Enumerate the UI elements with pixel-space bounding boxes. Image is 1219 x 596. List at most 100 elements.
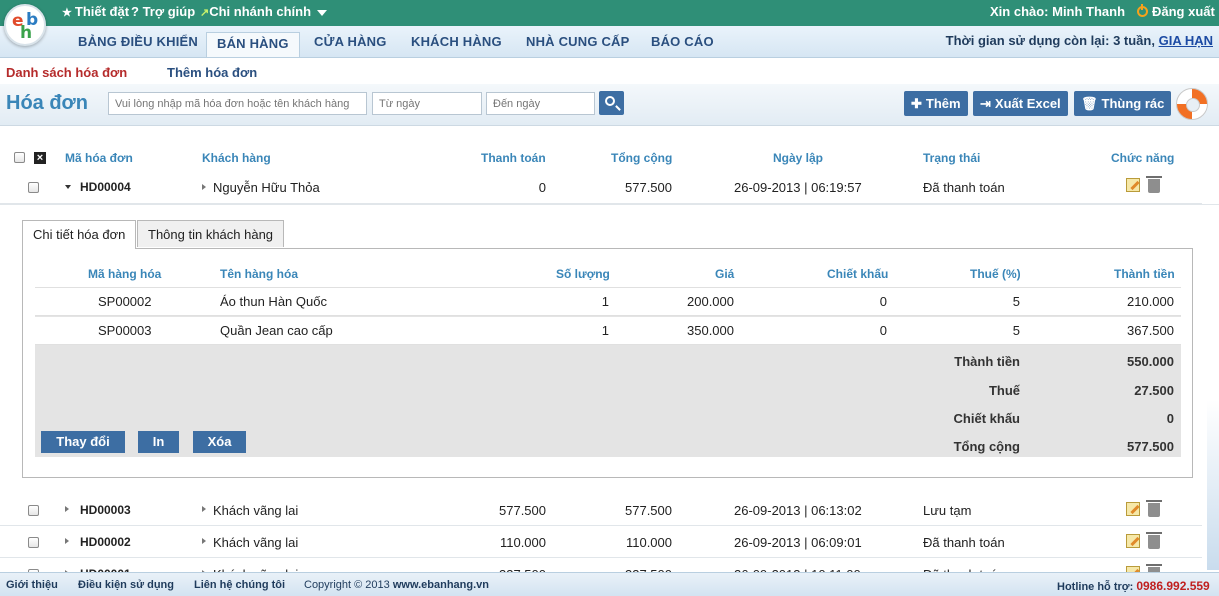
item-name: Quần Jean cao cấp (220, 323, 333, 338)
invoice-code[interactable]: HD00003 (80, 503, 131, 517)
print-button[interactable]: In (138, 431, 179, 453)
delete-icon[interactable] (1146, 176, 1162, 193)
nav-customers[interactable]: KHÁCH HÀNG (411, 34, 502, 49)
item-amount: 367.500 (1127, 323, 1174, 338)
logout-link[interactable]: Đăng xuất (1137, 4, 1215, 19)
delete-button[interactable]: Xóa (193, 431, 246, 453)
usage-info: Thời gian sử dụng còn lại: 3 tuần, GIA H… (946, 33, 1213, 48)
invoice-date: 26-09-2013 | 06:09:01 (734, 535, 862, 550)
question-icon: ? (131, 4, 139, 19)
help-label: Trợ giúp (142, 4, 196, 19)
contact-link[interactable]: Liên hệ chúng tôi (194, 579, 285, 591)
col-code[interactable]: Mã hóa đơn (65, 151, 133, 165)
export-icon: ⇥ (980, 96, 991, 111)
col-status[interactable]: Trạng thái (923, 151, 980, 165)
table-row[interactable]: HD00004 Nguyễn Hữu Thỏa 0 577.500 26-09-… (0, 171, 1202, 204)
about-link[interactable]: Giới thiệu (6, 579, 58, 591)
add-button[interactable]: ✚ Thêm (904, 91, 968, 116)
expand-arrow-icon[interactable] (65, 185, 71, 189)
customer-name[interactable]: Khách vãng lai (213, 535, 298, 550)
invoice-code[interactable]: HD00004 (80, 180, 131, 194)
detail-row: SP00002 Áo thun Hàn Quốc 1 200.000 0 5 2… (35, 288, 1181, 316)
lifebuoy-help-icon[interactable] (1176, 88, 1208, 120)
invoice-code[interactable]: HD00002 (80, 535, 131, 549)
grand-total-label: Tổng cộng (953, 439, 1020, 454)
footer: Giới thiệu Điều kiện sử dụng Liên hệ chú… (0, 572, 1219, 596)
nav-reports[interactable]: BÁO CÁO (651, 34, 714, 49)
hotline: Hotline hỗ trợ: 0986.992.559 (1057, 579, 1210, 593)
expand-arrow-icon[interactable] (202, 184, 206, 190)
to-date-input[interactable] (486, 92, 595, 115)
col-line-amount: Thành tiền (1114, 267, 1175, 281)
terms-link[interactable]: Điều kiện sử dụng (78, 579, 174, 591)
customer-name[interactable]: Khách vãng lai (213, 503, 298, 518)
delete-icon[interactable] (1146, 500, 1162, 517)
nav-sales[interactable]: BÁN HÀNG (206, 32, 300, 57)
row-checkbox[interactable] (28, 505, 39, 516)
search-input[interactable] (108, 92, 367, 115)
col-paid[interactable]: Thanh toán (481, 151, 546, 165)
trash-button[interactable]: 🗑 Thùng rác (1074, 91, 1172, 116)
paid-amount: 0 (538, 180, 546, 195)
expand-arrow-icon[interactable] (202, 506, 206, 512)
tab-invoice-detail[interactable]: Chi tiết hóa đơn (22, 220, 137, 249)
branch-selector[interactable]: ↗Chi nhánh chính (200, 4, 328, 19)
expand-arrow-icon[interactable] (202, 538, 206, 544)
hotline-number[interactable]: 0986.992.559 (1136, 579, 1209, 593)
site-link[interactable]: www.ebanhang.vn (393, 579, 489, 591)
table-row[interactable]: HD00002 Khách vãng lai 110.000 110.000 2… (0, 526, 1202, 558)
logout-label: Đăng xuất (1152, 4, 1215, 19)
change-button[interactable]: Thay đổi (41, 431, 125, 453)
add-invoice-link[interactable]: Thêm hóa đơn (167, 65, 257, 80)
edit-icon[interactable] (1126, 178, 1140, 192)
table-row[interactable]: HD00003 Khách vãng lai 577.500 577.500 2… (0, 494, 1202, 526)
search-button[interactable] (599, 91, 624, 115)
nav-dashboard[interactable]: BẢNG ĐIỀU KHIỂN (78, 34, 198, 49)
col-quantity: Số lượng (556, 267, 610, 281)
expand-arrow-icon[interactable] (65, 506, 69, 512)
sub-nav: Danh sách hóa đơn Thêm hóa đơn (0, 58, 1219, 84)
edit-icon[interactable] (1126, 502, 1140, 516)
delete-icon[interactable] (1146, 532, 1162, 549)
invoice-list-link[interactable]: Danh sách hóa đơn (6, 65, 127, 80)
col-tax: Thuế (%) (970, 267, 1021, 281)
copyright-text: Copyright © 2013 (304, 579, 390, 591)
nav-stores[interactable]: CỬA HÀNG (314, 34, 387, 49)
col-customer[interactable]: Khách hàng (202, 151, 271, 165)
page-title: Hóa đơn (6, 92, 88, 114)
col-total[interactable]: Tổng cộng (611, 151, 672, 165)
detail-table-header: Mã hàng hóa Tên hàng hóa Số lượng Giá Ch… (35, 261, 1181, 288)
greeting: Xin chào: Minh Thanh (990, 4, 1126, 19)
close-icon[interactable]: × (34, 152, 46, 164)
export-button-label: Xuất Excel (994, 96, 1061, 111)
item-quantity: 1 (601, 323, 609, 338)
total-amount: 577.500 (625, 180, 672, 195)
trash-icon: 🗑 (1081, 96, 1098, 111)
trash-button-label: Thùng rác (1101, 96, 1165, 111)
invoice-date: 26-09-2013 | 06:13:02 (734, 503, 862, 518)
tab-customer-info[interactable]: Thông tin khách hàng (137, 220, 285, 247)
row-checkbox[interactable] (28, 537, 39, 548)
from-date-input[interactable] (372, 92, 482, 115)
nav-suppliers[interactable]: NHÀ CUNG CẤP (526, 34, 630, 49)
settings-link[interactable]: ★ Thiết đặt (62, 4, 129, 19)
help-link[interactable]: ? Trợ giúp (131, 4, 195, 19)
invoice-date: 26-09-2013 | 06:19:57 (734, 180, 862, 195)
app-logo[interactable]: e b h (4, 4, 46, 46)
customer-name[interactable]: Nguyễn Hữu Thỏa (213, 180, 320, 195)
col-date[interactable]: Ngày lập (773, 151, 823, 165)
item-quantity: 1 (601, 294, 609, 309)
select-all-checkbox[interactable] (14, 152, 25, 163)
item-name: Áo thun Hàn Quốc (220, 294, 327, 309)
hotline-label: Hotline hỗ trợ: (1057, 581, 1134, 593)
edit-icon[interactable] (1126, 534, 1140, 548)
item-code: SP00002 (98, 294, 152, 309)
export-excel-button[interactable]: ⇥ Xuất Excel (973, 91, 1068, 116)
expand-arrow-icon[interactable] (65, 538, 69, 544)
item-price: 200.000 (687, 294, 734, 309)
row-checkbox[interactable] (28, 182, 39, 193)
invoice-status: Đã thanh toán (923, 180, 1005, 195)
paid-amount: 110.000 (499, 535, 546, 550)
invoice-status: Đã thanh toán (923, 535, 1005, 550)
extend-link[interactable]: GIA HẠN (1159, 33, 1213, 48)
